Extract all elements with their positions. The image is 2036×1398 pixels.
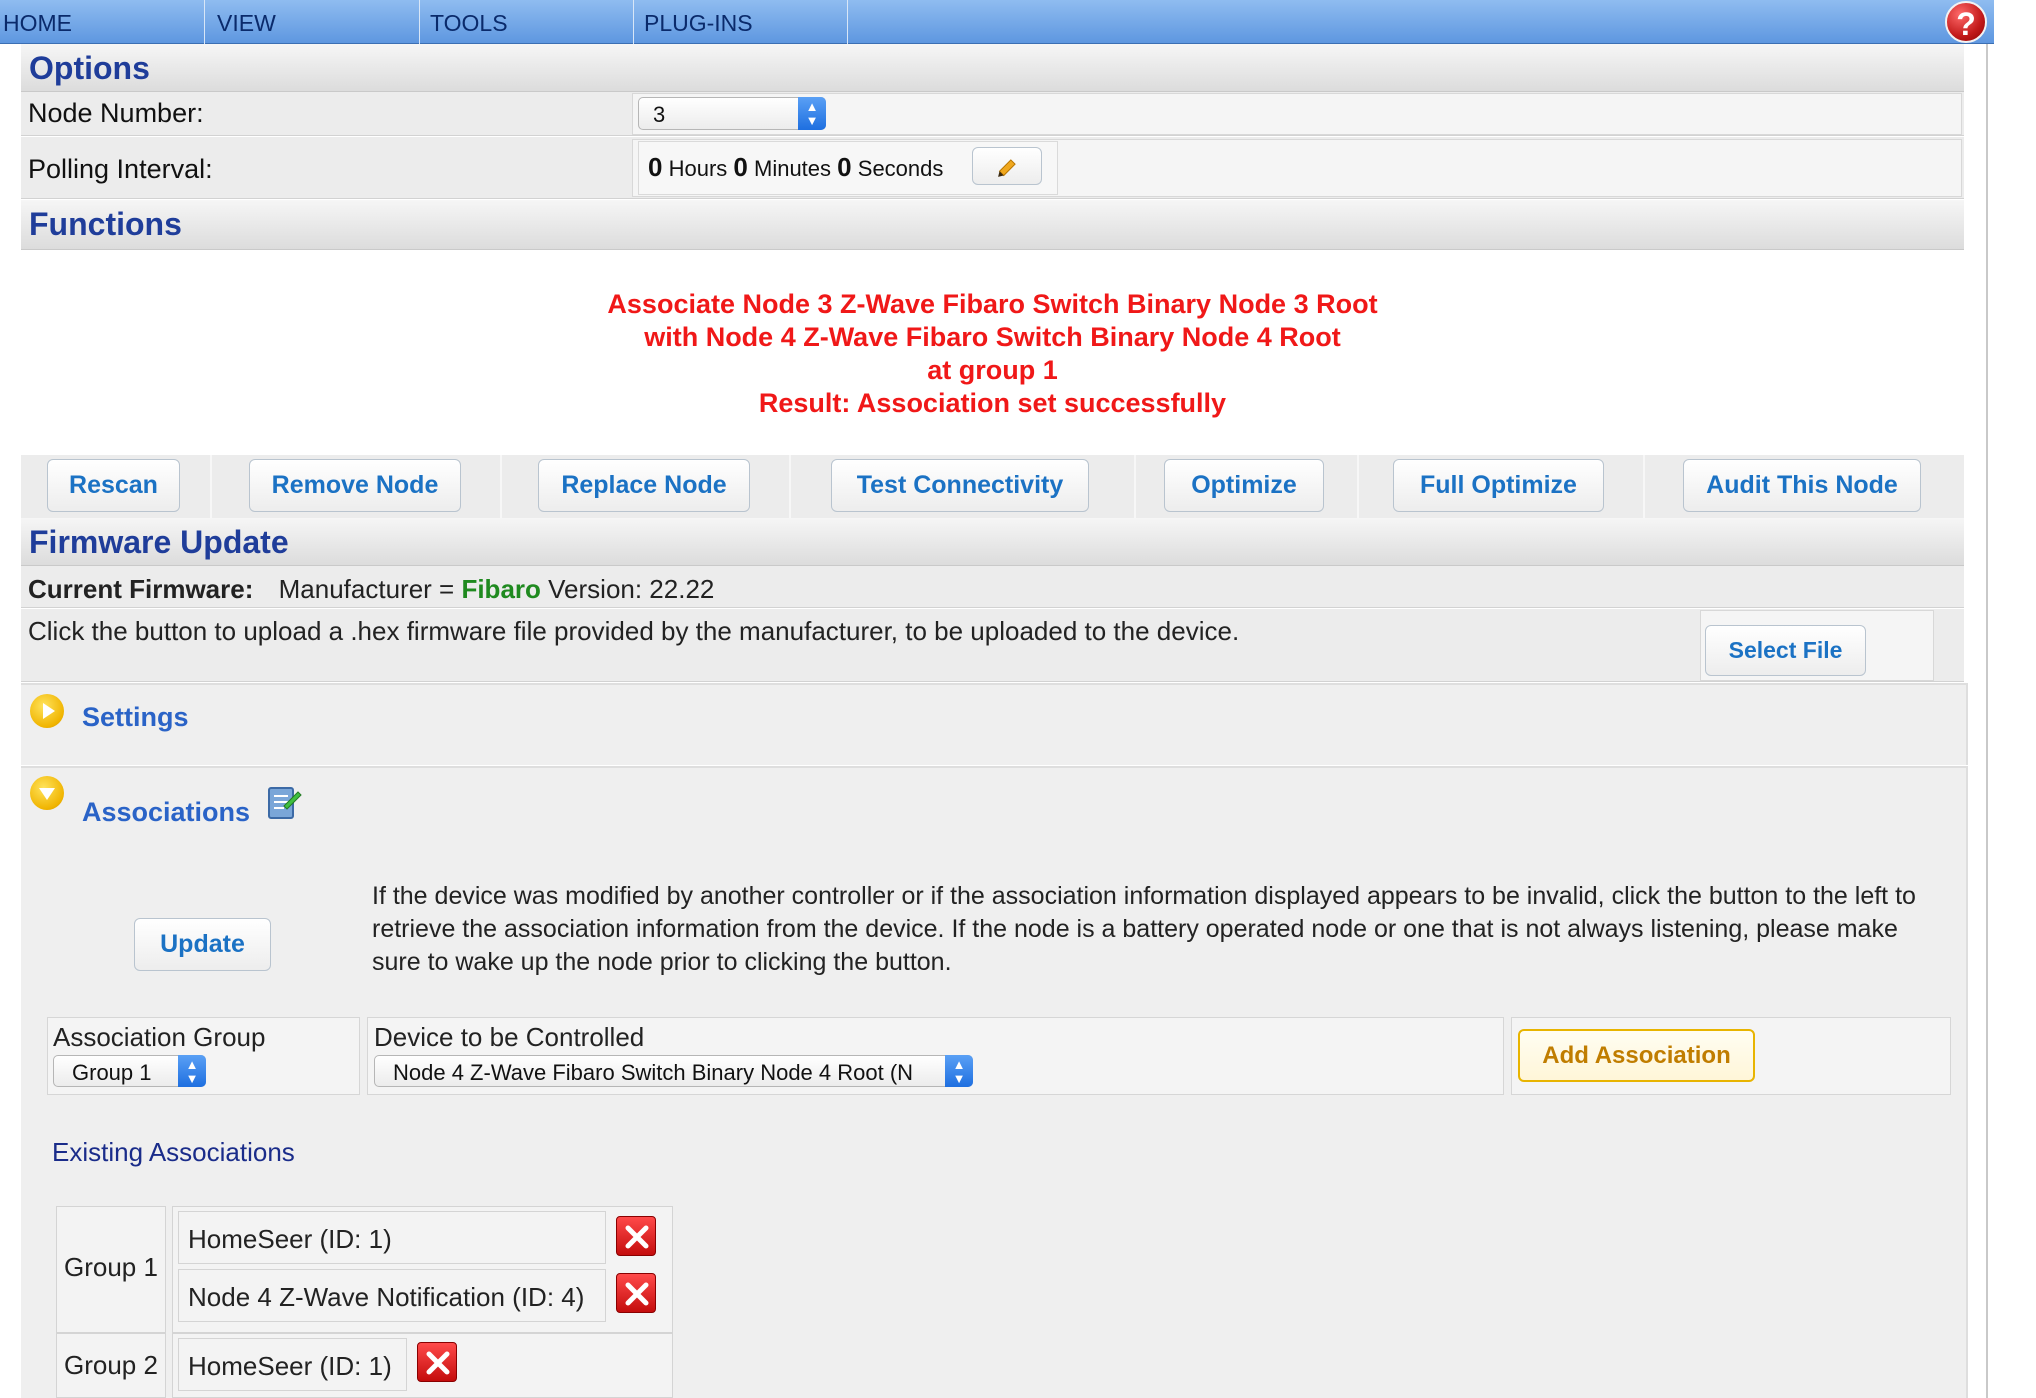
manufacturer-name: Fibaro	[461, 574, 541, 604]
bar-divider	[500, 455, 502, 519]
nav-tools[interactable]: TOOLS	[425, 0, 634, 44]
polling-hours: 0	[648, 152, 663, 182]
pencil-icon	[998, 159, 1016, 177]
audit-node-button[interactable]: Audit This Node	[1683, 459, 1921, 512]
bar-divider	[789, 455, 791, 519]
chevron-updown-icon: ▲ ▼	[945, 1055, 973, 1087]
polling-minutes-unit: Minutes	[754, 156, 832, 181]
device-controlled-value: Node 4 Z-Wave Fibaro Switch Binary Node …	[393, 1060, 914, 1085]
bar-divider	[1357, 455, 1359, 519]
result-line-2: with Node 4 Z-Wave Fibaro Switch Binary …	[644, 322, 1341, 352]
association-item: HomeSeer (ID: 1)	[178, 1211, 606, 1264]
chevron-updown-icon: ▲ ▼	[798, 97, 826, 130]
node-number-select[interactable]: 3 ▲ ▼	[638, 97, 826, 130]
device-controlled-label: Device to be Controlled	[374, 1022, 645, 1052]
functions-header: Functions	[21, 200, 1964, 250]
polling-seconds: 0	[837, 152, 852, 182]
result-line-1: Associate Node 3 Z-Wave Fibaro Switch Bi…	[607, 289, 1378, 319]
remove-node-button[interactable]: Remove Node	[249, 459, 461, 512]
replace-node-button[interactable]: Replace Node	[538, 459, 750, 512]
options-title: Options	[29, 50, 150, 86]
association-item: Node 4 Z-Wave Notification (ID: 4)	[178, 1269, 606, 1322]
polling-value: 0 Hours 0 Minutes 0 Seconds	[648, 152, 943, 183]
settings-title[interactable]: Settings	[82, 702, 189, 733]
associations-title[interactable]: Associations	[82, 797, 250, 828]
association-group-value: Group 1	[72, 1060, 152, 1085]
delete-icon[interactable]	[616, 1273, 656, 1313]
expand-arrow-icon[interactable]	[30, 694, 64, 728]
node-number-label: Node Number:	[28, 98, 204, 128]
associations-description: If the device was modified by another co…	[372, 882, 1916, 976]
bar-divider	[1134, 455, 1136, 519]
associations-edit-icon[interactable]	[264, 784, 302, 822]
scrollbar[interactable]	[1986, 44, 1988, 1398]
polling-minutes: 0	[733, 152, 748, 182]
update-button[interactable]: Update	[134, 918, 271, 971]
close-icon	[625, 1225, 649, 1249]
association-item: HomeSeer (ID: 1)	[178, 1338, 407, 1391]
full-optimize-button[interactable]: Full Optimize	[1393, 459, 1604, 512]
node-number-value: 3	[653, 102, 666, 127]
polling-seconds-unit: Seconds	[857, 156, 944, 181]
collapse-arrow-icon[interactable]	[30, 776, 64, 810]
existing-associations-title: Existing Associations	[52, 1137, 295, 1167]
select-file-button[interactable]: Select File	[1705, 625, 1866, 676]
firmware-version: Version: 22.22	[548, 574, 715, 604]
functions-title: Functions	[29, 206, 182, 242]
association-group-name: Group 1	[56, 1206, 166, 1333]
edit-polling-button[interactable]	[972, 147, 1042, 185]
manufacturer-prefix: Manufacturer =	[278, 574, 455, 604]
bar-divider	[210, 455, 212, 519]
upload-instructions: Click the button to upload a .hex firmwa…	[28, 616, 1240, 646]
association-member: HomeSeer (ID: 1)	[188, 1351, 392, 1381]
delete-icon[interactable]	[616, 1216, 656, 1256]
settings-panel	[21, 683, 1968, 765]
close-icon	[625, 1282, 649, 1306]
optimize-button[interactable]: Optimize	[1164, 459, 1324, 512]
nav-home[interactable]: HOME	[0, 0, 205, 44]
options-header: Options	[21, 44, 1964, 92]
group-label: Group 1	[64, 1252, 158, 1282]
group-label: Group 2	[64, 1350, 158, 1380]
association-group-select[interactable]: Group 1 ▲ ▼	[53, 1055, 206, 1087]
polling-label: Polling Interval:	[28, 154, 213, 184]
firmware-header: Firmware Update	[21, 518, 1964, 566]
association-group-label: Association Group	[53, 1022, 266, 1052]
polling-hours-unit: Hours	[668, 156, 728, 181]
association-group-name: Group 2	[56, 1333, 166, 1398]
bar-divider	[1643, 455, 1645, 519]
firmware-title: Firmware Update	[29, 524, 289, 560]
result-line-3: at group 1	[927, 355, 1058, 385]
rescan-button[interactable]: Rescan	[47, 459, 180, 512]
notepad-icon	[268, 787, 302, 819]
close-icon	[426, 1351, 450, 1375]
nav-view[interactable]: VIEW	[211, 0, 420, 44]
triangle-down-icon	[39, 788, 55, 800]
current-firmware-label: Current Firmware:	[28, 574, 254, 604]
association-member: HomeSeer (ID: 1)	[188, 1224, 392, 1254]
current-firmware: Current Firmware: Manufacturer = Fibaro …	[28, 574, 714, 605]
play-icon	[43, 703, 55, 719]
association-member: Node 4 Z-Wave Notification (ID: 4)	[188, 1282, 585, 1312]
node-number-cell	[632, 93, 1962, 135]
add-association-button[interactable]: Add Association	[1518, 1029, 1755, 1082]
result-line-4: Result: Association set successfully	[758, 388, 1227, 418]
device-controlled-select[interactable]: Node 4 Z-Wave Fibaro Switch Binary Node …	[374, 1055, 973, 1087]
chevron-updown-icon: ▲ ▼	[178, 1055, 206, 1087]
test-connectivity-button[interactable]: Test Connectivity	[831, 459, 1089, 512]
nav-plugins[interactable]: PLUG-INS	[639, 0, 848, 44]
help-icon[interactable]: ?	[1945, 1, 1987, 43]
delete-icon[interactable]	[417, 1342, 457, 1382]
